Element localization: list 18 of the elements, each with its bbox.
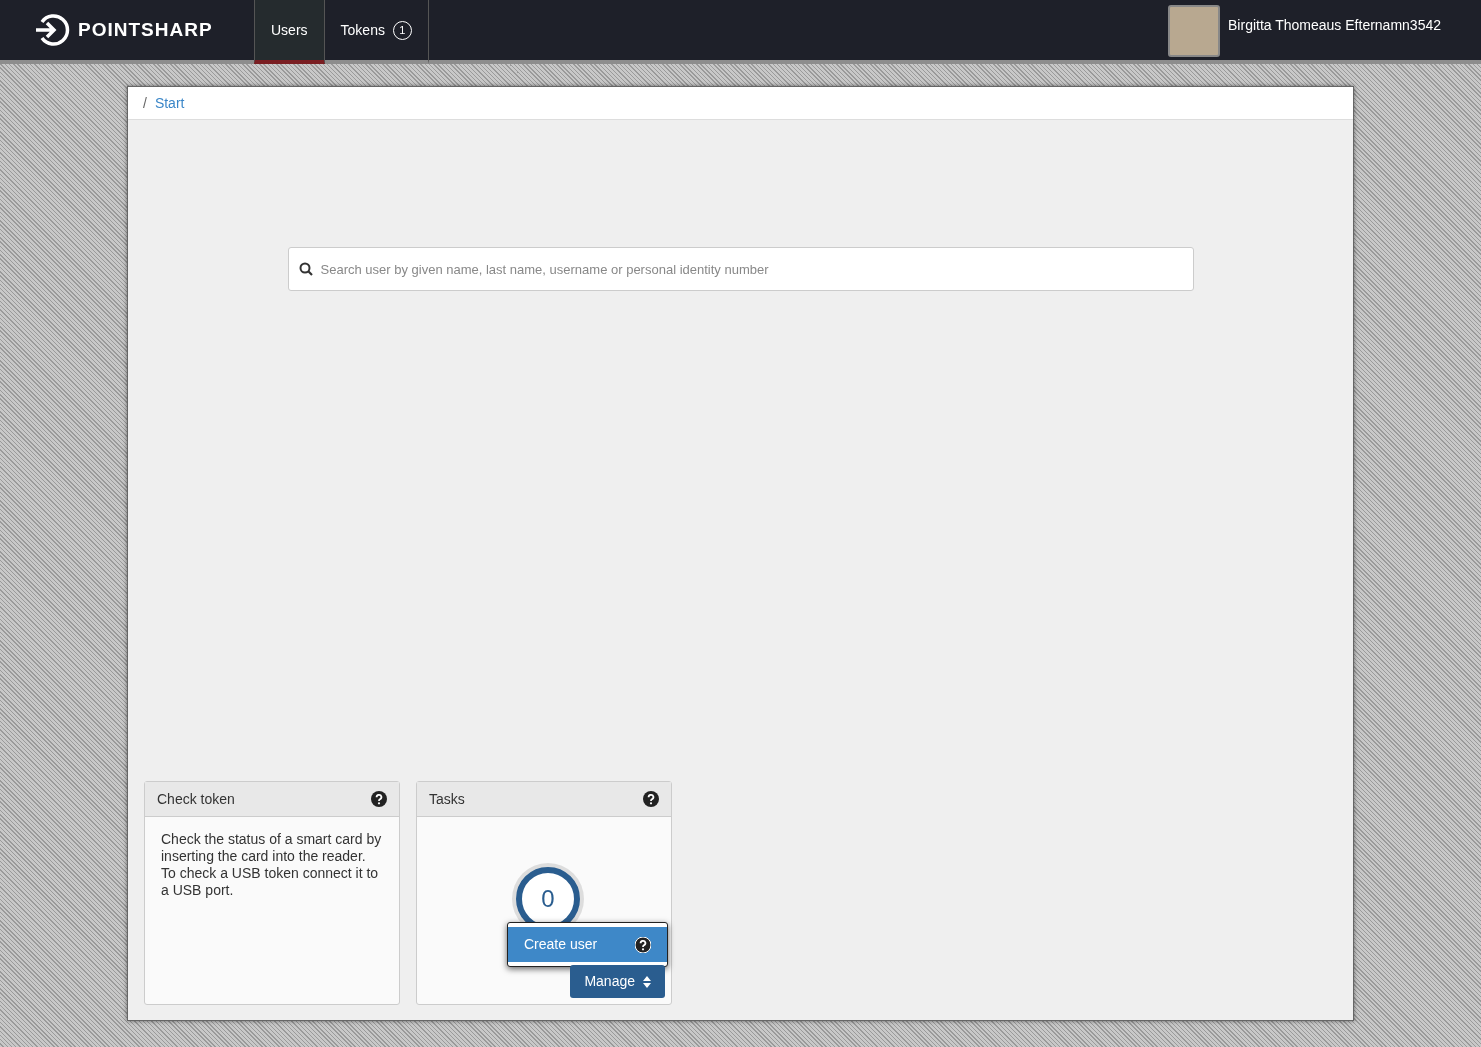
manage-button[interactable]: Manage [570, 965, 665, 998]
logo-icon [34, 12, 70, 48]
user-name[interactable]: Birgitta Thomeaus Efternamn3542 [1228, 15, 1441, 36]
help-icon[interactable] [643, 791, 659, 807]
widget-title: Tasks [429, 789, 465, 809]
menu-item[interactable]: Create user [508, 927, 667, 962]
search-field[interactable]: Search user by given name, last name, username or personal identity number [287, 247, 1194, 291]
logo-text: POINTSHARP [78, 17, 213, 42]
help-icon[interactable] [635, 936, 651, 953]
sort-icon [643, 975, 651, 988]
widget-title: Check token [157, 789, 235, 809]
breadcrumb-separator: / [143, 93, 147, 113]
avatar-photo-placeholder [1168, 5, 1220, 57]
breadcrumb-link[interactable]: Start [154, 92, 185, 114]
widget-description: Check the status of a smart card by inserting the card into the reader. To check a USB token connect it to a USB port. [160, 830, 383, 900]
help-icon[interactable] [371, 791, 387, 807]
nav-tab[interactable]: Users [254, 0, 325, 64]
nav-tab[interactable]: Tokens 1 [323, 0, 429, 64]
